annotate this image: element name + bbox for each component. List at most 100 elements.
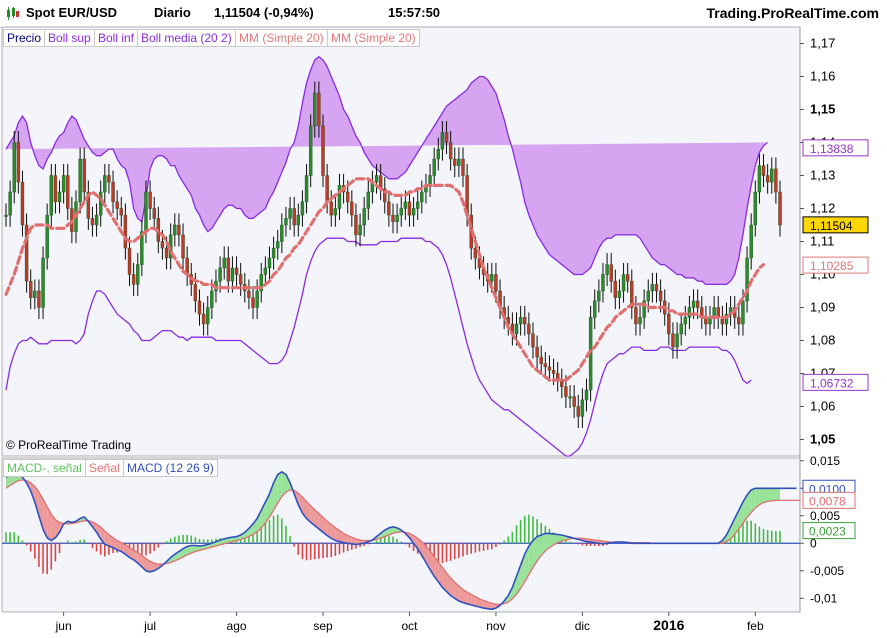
candle-body [329,201,333,216]
candle-body [453,158,457,166]
candle-body [605,264,609,275]
price-y-tick-label: 1,06 [810,399,835,414]
candle-body [325,175,329,203]
candle-body [613,280,618,298]
candle-body [576,406,580,417]
legend-item[interactable]: Boll inf [94,29,139,47]
legend-item[interactable]: MM (Simple 20) [327,29,420,47]
candle-body [107,175,111,183]
candle-body [564,386,568,397]
candle-body [136,264,140,285]
candle-body [255,290,259,308]
candle-body [461,158,465,176]
candle-body [625,274,630,282]
candle-body [313,92,317,127]
candle-body [609,264,613,282]
candle-body [230,267,235,282]
candle-body [547,366,552,371]
candle-body [251,297,255,308]
price-y-tick-label: 1,17 [810,36,835,51]
candle-body [29,280,33,298]
legend-item[interactable]: Señal [85,459,124,477]
candle-body [523,317,527,325]
candle-body [8,191,12,216]
candle-body [218,267,222,282]
price-tag-text: 1,10285 [810,259,854,273]
candle-body [440,132,445,150]
candle-body [634,307,638,325]
legend-item[interactable]: MACD-, señal [3,459,86,477]
legend-item[interactable]: MM (Simple 20) [235,29,328,47]
candle-body [741,300,745,325]
candle-body [280,224,284,242]
candle-body [572,396,576,407]
candle-body [45,214,49,259]
x-tick-label: sep [313,619,333,633]
candle-body [66,175,70,209]
candle-body [679,323,683,335]
candle-body [4,214,8,217]
macd-signal-fill [763,488,768,503]
candle-body [119,208,123,216]
x-tick-label: 2016 [653,617,684,633]
price-tag-text: 1,06732 [810,376,854,390]
candle-body [276,241,280,249]
copyright-text: © ProRealTime Trading [6,438,132,452]
candle-body [57,191,62,203]
candle-body [391,214,395,222]
candle-body [654,284,659,292]
candle-body [226,257,231,282]
x-tick-label: ago [227,619,247,633]
candle-body [53,175,58,203]
candle-body [61,175,66,193]
candle-body [770,168,774,183]
candle [24,213,29,293]
candle-body [757,165,762,193]
chart-svg: 1,171,161,151,141,131,121,111,101,091,08… [1,26,887,633]
price-y-tick-label: 1,09 [810,300,835,315]
candle-body [621,274,626,292]
price-tag-text: 1,11504 [810,219,853,233]
candle-body [288,208,292,219]
candle-body [37,290,41,308]
candle-body [448,142,453,160]
candle-body [247,290,251,298]
candle-body [160,241,165,249]
legend-item[interactable]: Boll media (20 2) [137,29,236,47]
candle-body [193,284,198,302]
macd-tag-text: 0,0023 [809,525,846,539]
candle-body [12,142,16,193]
candle-body [494,274,498,292]
price-tag-text: 1,13838 [810,142,854,156]
candle-body [617,290,622,298]
candle-body [411,208,416,216]
candle-body [667,313,671,335]
candle-body [321,125,325,176]
candle-body [638,317,642,325]
candle-body [41,257,45,308]
legend-item[interactable]: MACD (12 26 9) [123,459,218,477]
macd-signal-fill [767,488,772,502]
price-y-tick-label: 1,15 [810,102,835,117]
candle-body [658,290,663,302]
candle-body [292,208,296,226]
candle-body [350,201,354,216]
candle-body [543,363,548,368]
candle-body [420,191,424,203]
candle-body [366,191,370,209]
candle-body [94,214,99,226]
candle-body [33,290,37,298]
candle-body [527,323,531,335]
legend-item[interactable]: Precio [3,29,46,47]
candle-body [436,148,440,160]
candle-body [98,191,103,216]
candle-body [206,307,210,325]
candle-body [753,191,757,226]
candle-body [131,274,136,285]
candle-body [148,191,152,209]
price-y-tick-label: 1,12 [810,201,835,216]
legend-item[interactable]: Boll sup [44,29,95,47]
candle-body [123,214,128,249]
candle-body [387,201,391,216]
x-tick-label: nov [486,619,505,633]
